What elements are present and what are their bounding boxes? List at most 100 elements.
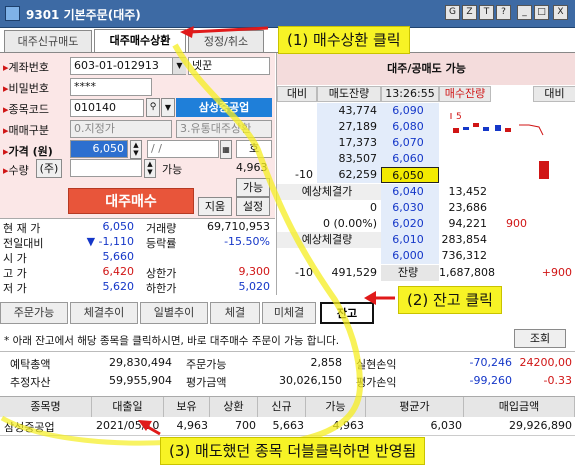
eval-pl-label: 평가손익 [356,376,397,389]
ask-price[interactable]: 6,070 [381,135,439,151]
deposit-value: 29,830,494 [109,356,172,369]
bid-qty[interactable]: 94,221 [439,216,491,232]
account-input[interactable]: 603-01-012913 [70,57,186,75]
table-header: 종목명 대출일 보유 상환 신규 가능 평균가 매입금액 [0,396,575,417]
ask-qty[interactable]: 83,507 [317,151,381,167]
search-icon[interactable]: ⚲ [146,98,160,117]
realized-extra: 24200,00 [519,356,573,369]
total-ask: 491,529 [331,266,378,279]
t-button[interactable]: T [479,5,494,20]
account-dropdown-icon[interactable]: ▼ [172,58,186,74]
bid-qty[interactable]: 23,686 [439,200,491,216]
bid-price[interactable]: 6,010 [381,232,439,248]
ask-qty[interactable]: 17,373 [317,135,381,151]
stock-name[interactable]: 삼성중공업 [176,98,272,117]
avail-qty: 4,963 [236,161,268,174]
bid-price[interactable]: 6,020 [381,216,439,232]
quote-label: 상한가 [146,267,177,280]
code-input[interactable]: 010140 [70,99,144,117]
annotation-3: (3) 매도했던 종목 더블클릭하면 반영됨 [160,437,426,465]
tab-orderable[interactable]: 주문가능 [0,302,68,324]
eval-amount-value: 30,026,150 [279,374,342,387]
bid-qty[interactable]: 736,312 [439,248,491,264]
table-row[interactable]: 삼성중공업 2021/05/10 4,963 700 5,663 4,963 6… [0,416,575,436]
order-panel: ▸계좌번호 603-01-012913 ▼ 넷꾼 ▸비밀번호 **** ▸종목코… [0,53,275,295]
ask-qty[interactable]: 43,774 [317,103,381,119]
cell-name[interactable]: 삼성중공업 [4,419,55,435]
dropdown-icon[interactable]: ▼ [161,98,175,117]
tab-buy-repay[interactable]: 대주매수상환 [94,29,186,52]
credit-type-select[interactable]: 3.유통대주상환 [176,120,272,138]
price-input[interactable]: 6,050 [70,140,128,158]
trade-type-select[interactable]: 0.지정가 [70,120,172,138]
close-button[interactable]: X [553,5,568,20]
bid-price[interactable]: 6,030 [381,200,439,216]
col-buy-amount: 매입금액 [464,397,575,417]
price-unit-select[interactable]: 호 [236,140,272,158]
settings-button[interactable]: 설정 [236,197,270,216]
quote-value: 5,620 [102,280,135,293]
window-title: 9301 기본주문(대주) [26,8,141,22]
eval-pl-value: -99,260 [469,374,512,387]
bid-price[interactable]: 6,000 [381,248,439,264]
quote-value: ▼ -1,110 [86,235,134,248]
tab-short-sell-new[interactable]: 대주신규매도 [4,30,92,52]
app-icon [5,6,20,21]
qty-stepper[interactable]: ▲ ▼ [144,159,156,178]
tab-filled[interactable]: 체결 [210,302,260,324]
bid-qty[interactable]: 13,452 [439,184,491,200]
account-name: 넷꾼 [188,57,270,75]
eval-pl-pct: -0.33 [543,374,572,387]
ask-price[interactable]: 6,080 [381,119,439,135]
avail-button[interactable]: 가능 [236,178,270,197]
cell-buy-amount: 29,926,890 [509,419,572,432]
bid-qty[interactable]: 283,854 [439,232,491,248]
orderbook-col: 매수잔량 [439,86,491,102]
ask-price[interactable]: 6,090 [381,103,439,119]
quote-label: 등락률 [146,237,177,250]
quote-value: 6,420 [102,265,135,278]
password-label: 비밀번호 [8,82,50,95]
orderbook-col: 대비 [533,86,575,102]
tab-modify-cancel[interactable]: 정정/취소 [188,30,264,52]
tab-daily-trend[interactable]: 일별추이 [140,302,208,324]
tab-trade-trend[interactable]: 체결추이 [70,302,138,324]
price-label: 가격 (원) [8,145,53,158]
quote-label: 시 가 [3,252,27,265]
annotation-2: (2) 잔고 클릭 [398,286,502,314]
query-button[interactable]: 조회 [514,329,566,348]
code-label: 종목코드 [8,103,50,116]
buy-button[interactable]: 대주매수 [68,188,194,214]
ask-qty[interactable]: 62,259 [317,167,381,183]
deposit-label: 예탁총액 [10,358,51,371]
orderbook-spacer [491,86,531,102]
quote-value: 5,020 [238,280,271,293]
ask-price-current[interactable]: 6,050 [381,167,439,183]
clear-button[interactable]: 지움 [198,197,232,216]
help-button[interactable]: ? [496,5,511,20]
quote-value: 6,050 [102,220,135,233]
account-label: 계좌번호 [8,61,50,74]
total-bid-diff: +900 [541,266,572,279]
tab-balance[interactable]: 잔고 [320,302,374,324]
calendar-icon[interactable]: ▦ [220,140,232,159]
maximize-button[interactable]: □ [534,5,549,20]
quote-label: 고 가 [3,267,27,280]
quote-value: 9,300 [238,265,271,278]
qty-unit-button[interactable]: (주) [36,159,62,178]
password-input[interactable]: **** [70,78,152,96]
tab-unfilled[interactable]: 미체결 [262,302,316,324]
ask-price[interactable]: 6,060 [381,151,439,167]
ask-qty[interactable]: 27,189 [317,119,381,135]
title-bar: 9301 기본주문(대주) G Z T ? _ □ X [0,0,575,28]
svg-text:5: 5 [456,112,462,122]
total-bid: 1,687,808 [439,266,495,279]
bid-price[interactable]: 6,040 [381,184,439,200]
condition-input[interactable]: / / [147,140,219,158]
price-stepper[interactable]: ▲ ▼ [130,140,142,159]
g-button[interactable]: G [445,5,460,20]
quote-value: -15.50% [224,235,270,248]
qty-input[interactable] [70,159,142,177]
z-button[interactable]: Z [462,5,477,20]
minimize-button[interactable]: _ [517,5,532,20]
